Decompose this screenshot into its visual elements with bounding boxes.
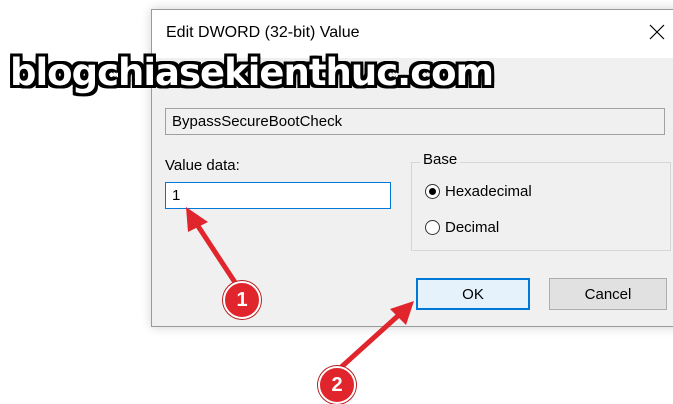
arrow-annotation	[335, 301, 414, 373]
step-badge-2: 2	[318, 366, 356, 404]
annotation-overlay	[186, 207, 414, 373]
arrow-annotation	[186, 207, 243, 293]
step-badge-1: 1	[223, 281, 261, 319]
